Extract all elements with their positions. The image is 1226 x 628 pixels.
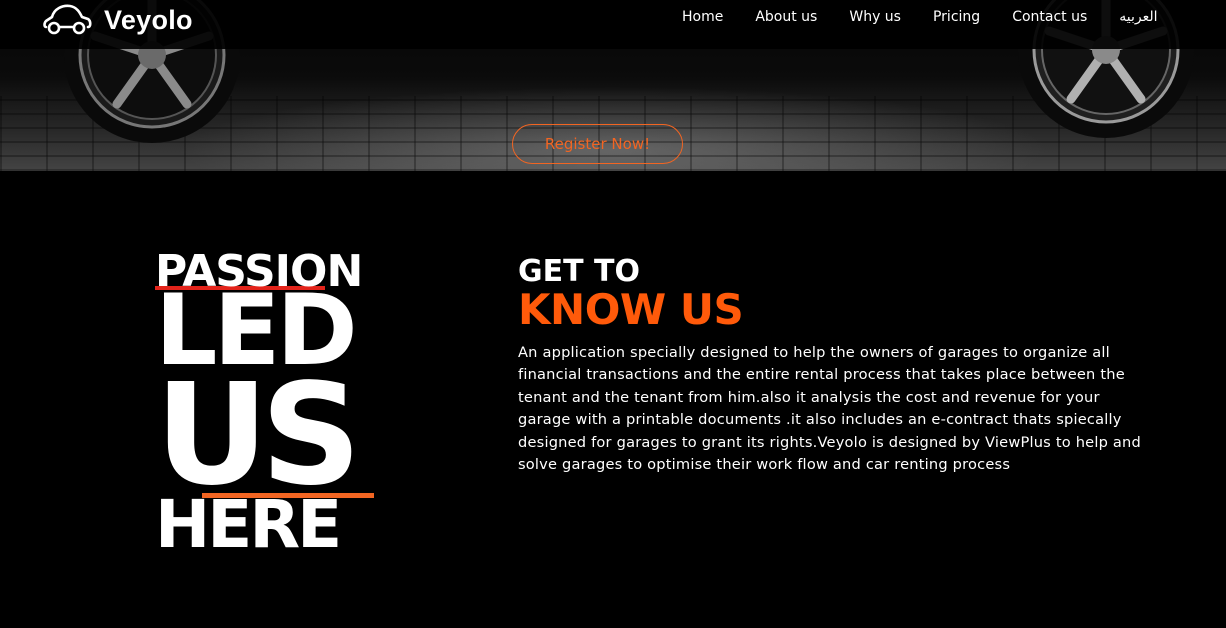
nav-pricing-link[interactable]: Pricing (933, 9, 980, 25)
nav-about-link[interactable]: About us (755, 9, 817, 25)
main-nav: Home About us Why us Pricing Contact us … (682, 9, 1158, 25)
about-kicker: GET TO (518, 254, 640, 289)
top-navbar: Veyolo Home About us Why us Pricing Cont… (0, 0, 1226, 49)
brand-name: Veyolo (104, 4, 193, 35)
nav-why-us-link[interactable]: Why us (849, 9, 901, 25)
about-description: An application specially designed to hel… (518, 344, 1141, 474)
nav-contact-link[interactable]: Contact us (1012, 9, 1087, 25)
register-now-button[interactable]: Register Now! (512, 124, 683, 164)
about-title: KNOW US (518, 285, 744, 334)
about-section: GET TO KNOW US An application specially … (518, 256, 1148, 476)
nav-home-link[interactable]: Home (682, 9, 723, 25)
nav-arabic-language-link[interactable]: العربيه (1119, 9, 1157, 25)
here-word: HERE (155, 486, 342, 563)
brand-logo-link[interactable]: Veyolo (42, 0, 193, 40)
us-word: US (155, 354, 361, 517)
car-outline-icon (43, 4, 92, 35)
passion-typography: PASSION LED US HERE (155, 246, 380, 561)
